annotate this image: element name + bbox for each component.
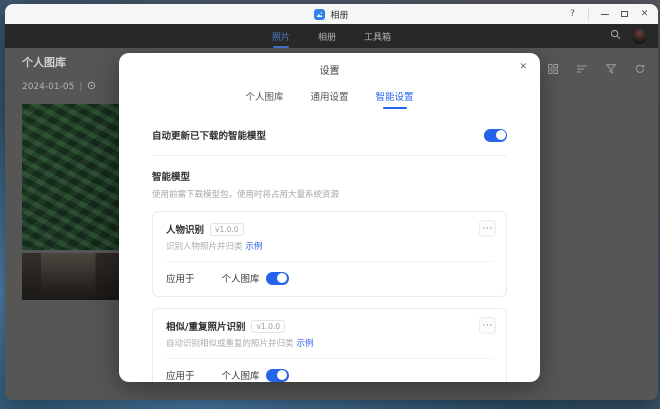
titlebar: 相册 ? ✕ bbox=[5, 4, 658, 24]
auto-update-row: 自动更新已下载的智能模型 bbox=[152, 128, 507, 142]
example-link[interactable]: 示例 bbox=[297, 339, 314, 349]
avatar[interactable] bbox=[632, 28, 647, 44]
filter-icon[interactable] bbox=[605, 59, 617, 78]
titlebar-app: 相册 bbox=[314, 8, 349, 21]
main-tabbar: 照片 相册 工具箱 bbox=[5, 24, 658, 48]
dialog-close-icon[interactable]: ✕ bbox=[519, 62, 527, 72]
date-separator: | bbox=[79, 82, 83, 92]
more-options-icon[interactable]: ⋯ bbox=[479, 220, 496, 237]
model-title: 相似/重复照片识别 bbox=[166, 322, 246, 333]
model-version-badge: v1.0.0 bbox=[210, 222, 244, 236]
app-window: 相册 ? ✕ 照片 相册 工具箱 个人图库 2024-01-05 | 设置 ✕ … bbox=[5, 4, 658, 400]
divider bbox=[152, 155, 507, 156]
smart-models-section-subtitle: 使用前需下载模型包，使用时将占用大量系统资源 bbox=[152, 190, 340, 200]
model-card-header: 人物识别 v1.0.0 ⋯ bbox=[166, 220, 496, 237]
apply-row: 应用于 个人图库 bbox=[166, 271, 493, 285]
model-description: 自动识别相似或重复的照片并归类 示例 bbox=[166, 337, 493, 349]
apply-label: 应用于 bbox=[166, 274, 195, 285]
titlebar-separator bbox=[588, 8, 589, 20]
apply-row: 应用于 个人图库 bbox=[166, 368, 493, 382]
grid-view-icon[interactable] bbox=[548, 59, 558, 78]
settings-tab-smart[interactable]: 智能设置 bbox=[376, 89, 414, 111]
view-toolbar bbox=[548, 59, 645, 78]
auto-update-label: 自动更新已下载的智能模型 bbox=[152, 131, 267, 142]
tab-photos[interactable]: 照片 bbox=[270, 24, 292, 49]
apply-target-label: 个人图库 bbox=[221, 371, 260, 382]
apply-target-label: 个人图库 bbox=[221, 274, 260, 285]
settings-tabs: 个人图库 通用设置 智能设置 bbox=[119, 89, 540, 111]
maximize-icon[interactable] bbox=[620, 11, 629, 17]
search-icon[interactable] bbox=[610, 29, 621, 43]
smart-models-section-title: 智能模型 bbox=[152, 172, 191, 183]
settings-dialog: 设置 ✕ 个人图库 通用设置 智能设置 自动更新已下载的智能模型 智能模型 使用… bbox=[119, 53, 540, 382]
window-controls: ? ✕ bbox=[568, 4, 649, 24]
content-area: 个人图库 2024-01-05 | 设置 ✕ 个人图库 通用设置 智能设置 自动… bbox=[5, 48, 658, 400]
settings-tab-general[interactable]: 通用设置 bbox=[310, 89, 348, 111]
model-title: 人物识别 bbox=[166, 225, 205, 236]
model-description: 识别人物照片并归类 示例 bbox=[166, 240, 493, 252]
page-title: 个人图库 bbox=[22, 56, 66, 69]
location-icon[interactable] bbox=[87, 81, 96, 93]
date-group-header: 2024-01-05 | bbox=[22, 81, 96, 93]
list-view-icon[interactable] bbox=[577, 59, 587, 78]
apply-label: 应用于 bbox=[166, 371, 195, 382]
date-label: 2024-01-05 bbox=[22, 82, 75, 92]
settings-tab-personal-library[interactable]: 个人图库 bbox=[245, 89, 283, 111]
face-recognition-toggle[interactable] bbox=[265, 271, 289, 285]
settings-dialog-header: 设置 ✕ bbox=[119, 53, 540, 77]
model-version-badge: v1.0.0 bbox=[251, 319, 286, 333]
model-card-similar-duplicate: 相似/重复照片识别 v1.0.0 ⋯ 自动识别相似或重复的照片并归类 示例 应用于… bbox=[152, 308, 507, 382]
tab-albums[interactable]: 相册 bbox=[316, 24, 338, 49]
refresh-icon[interactable] bbox=[635, 59, 645, 78]
album-app-icon bbox=[314, 8, 326, 20]
photo-thumbnail-fern[interactable] bbox=[22, 104, 127, 250]
app-title: 相册 bbox=[330, 10, 349, 21]
settings-body: 自动更新已下载的智能模型 智能模型 使用前需下载模型包，使用时将占用大量系统资源… bbox=[119, 111, 540, 382]
model-card-header: 相似/重复照片识别 v1.0.0 ⋯ bbox=[166, 317, 496, 334]
desktop-wallpaper: 相册 ? ✕ 照片 相册 工具箱 个人图库 2024-01-05 | 设置 ✕ … bbox=[0, 0, 660, 409]
tabbar-right bbox=[610, 24, 647, 48]
help-icon[interactable]: ? bbox=[568, 9, 577, 19]
divider bbox=[166, 358, 493, 359]
model-description-text: 自动识别相似或重复的照片并归类 bbox=[166, 339, 294, 349]
more-options-icon[interactable]: ⋯ bbox=[479, 317, 496, 334]
similar-duplicate-toggle[interactable] bbox=[265, 368, 289, 382]
photo-thumbnail-room[interactable] bbox=[22, 253, 127, 300]
tab-toolbox[interactable]: 工具箱 bbox=[362, 24, 393, 49]
model-card-face-recognition: 人物识别 v1.0.0 ⋯ 识别人物照片并归类 示例 应用于 个人图库 bbox=[152, 211, 507, 297]
model-description-text: 识别人物照片并归类 bbox=[166, 242, 243, 252]
divider bbox=[166, 261, 493, 262]
example-link[interactable]: 示例 bbox=[246, 242, 263, 252]
settings-title: 设置 bbox=[319, 66, 340, 77]
close-icon[interactable]: ✕ bbox=[640, 9, 649, 19]
minimize-icon[interactable] bbox=[600, 13, 609, 15]
auto-update-toggle[interactable] bbox=[484, 128, 507, 142]
